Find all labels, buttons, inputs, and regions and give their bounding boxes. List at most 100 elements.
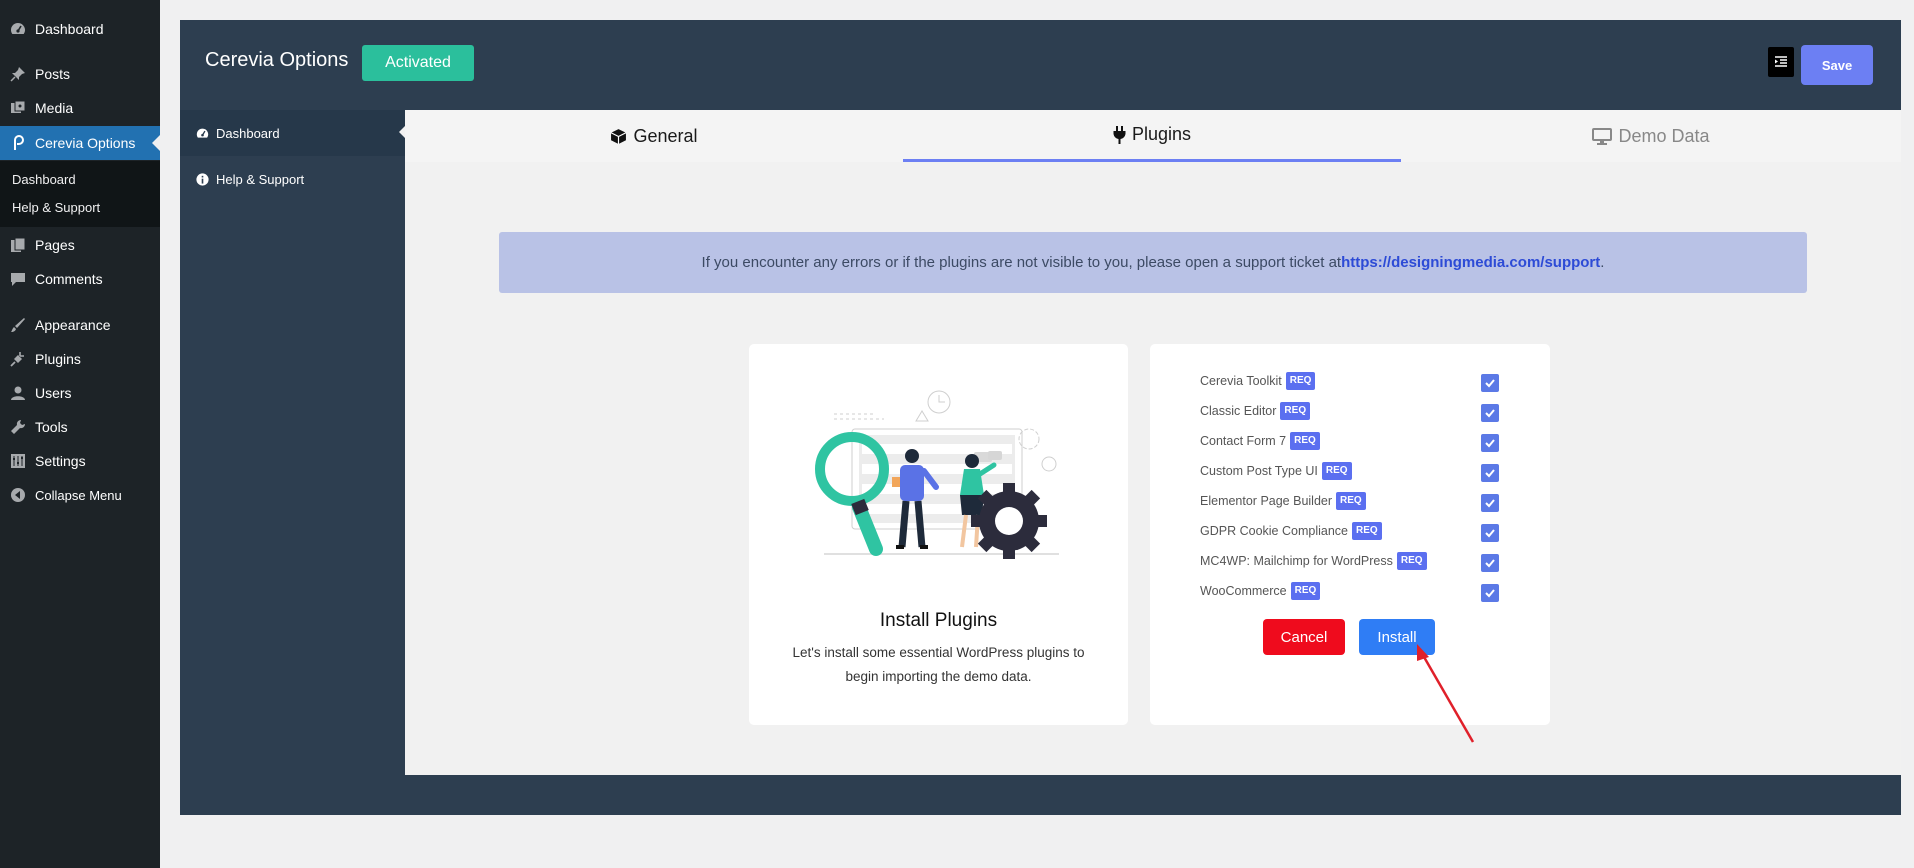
page-title: Cerevia Options [205, 49, 349, 71]
req-badge: REQ [1396, 552, 1427, 570]
check-icon [1485, 589, 1495, 598]
wp-menu-label: Collapse Menu [35, 487, 122, 503]
plugin-name: Elementor Page Builder [1200, 494, 1333, 508]
menu-toggle-button[interactable] [1768, 47, 1794, 77]
wp-submenu-help-support[interactable]: Help & Support [12, 200, 100, 215]
req-badge: REQ [1290, 582, 1321, 600]
req-badge: REQ [1336, 492, 1366, 510]
notice-suffix: . [1600, 254, 1605, 271]
tab-label: Demo Data [1618, 125, 1710, 146]
tab-label: Plugins [1131, 124, 1192, 144]
plugin-checkbox[interactable] [1481, 554, 1499, 572]
plugin-name: WooCommerce [1200, 584, 1287, 598]
panel-nav-label: Dashboard [216, 125, 280, 141]
wp-menu-media[interactable]: Media [0, 91, 160, 125]
options-panel: Cerevia Options Activated Save Dashboard… [180, 20, 1901, 815]
cube-icon [610, 128, 627, 145]
plugin-name: GDPR Cookie Compliance [1200, 524, 1348, 538]
status-badge: Activated [362, 45, 474, 81]
notice-text: If you encounter any errors or if the pl… [701, 254, 1342, 271]
plugin-checkbox[interactable] [1481, 404, 1499, 422]
cerevia-logo-icon [8, 133, 28, 153]
indent-icon [1775, 56, 1787, 67]
tab-general[interactable]: General [405, 110, 903, 162]
wp-menu-collapse[interactable]: Collapse Menu [0, 478, 160, 512]
card-title: Install Plugins [879, 610, 998, 631]
pin-icon [8, 64, 28, 84]
req-badge: REQ [1321, 462, 1352, 480]
req-badge: REQ [1351, 522, 1382, 540]
plugin-checkbox[interactable] [1481, 434, 1499, 452]
plugins-illustration [815, 390, 1059, 559]
support-link[interactable]: https://designingmedia.com/support [1341, 254, 1600, 271]
plugin-name: Custom Post Type UI [1200, 464, 1318, 478]
plugin-checkbox[interactable] [1481, 374, 1499, 392]
plugin-checkbox[interactable] [1481, 584, 1499, 602]
plug-icon [8, 349, 28, 369]
wp-admin-sidebar: Dashboard Posts Media Cerevia Options Da… [0, 0, 160, 868]
wp-menu-label: Comments [35, 271, 103, 287]
wp-menu-comments[interactable]: Comments [0, 262, 160, 296]
check-icon [1485, 469, 1495, 478]
wp-menu-appearance[interactable]: Appearance [0, 308, 160, 342]
plugin-row: WooCommerce REQ [1200, 581, 1321, 601]
wp-menu-label: Posts [35, 66, 71, 82]
install-plugins-card: Install Plugins Let's install some essen… [749, 344, 1128, 725]
plugin-name: Contact Form 7 [1200, 434, 1287, 448]
req-badge: REQ [1280, 402, 1311, 420]
plugin-list-card: Cerevia Toolkit REQ Classic Editor REQ Con… [1150, 344, 1550, 725]
wp-submenu-dashboard[interactable]: Dashboard [12, 172, 76, 187]
wp-menu-plugins[interactable]: Plugins [0, 342, 160, 376]
panel-nav-label: Help & Support [216, 171, 305, 187]
monitor-icon [1592, 127, 1613, 145]
tab-plugins[interactable]: Plugins [903, 110, 1401, 162]
wp-submenu: Dashboard Help & Support [0, 161, 160, 227]
panel-nav-dashboard[interactable]: Dashboard [180, 110, 405, 156]
tab-bar: General Plugins Demo Data [405, 110, 1901, 162]
check-icon [1485, 439, 1495, 448]
plugin-name: Classic Editor [1200, 404, 1277, 418]
media-icon [8, 98, 28, 118]
wp-menu-label: Cerevia Options [35, 135, 136, 151]
wp-menu-label: Users [35, 385, 72, 401]
wp-menu-tools[interactable]: Tools [0, 410, 160, 444]
tab-demo-data[interactable]: Demo Data [1401, 110, 1901, 162]
check-icon [1485, 379, 1495, 388]
plugin-row: Custom Post Type UI REQ [1200, 461, 1352, 481]
plug-icon [1113, 125, 1126, 144]
wp-menu-label: Settings [35, 453, 86, 469]
wp-menu-label: Media [35, 100, 74, 116]
panel-nav-help-support[interactable]: Help & Support [180, 156, 405, 202]
wp-menu-label: Pages [35, 237, 75, 253]
wp-menu-users[interactable]: Users [0, 376, 160, 410]
settings-icon [8, 451, 28, 471]
wp-menu-dashboard[interactable]: Dashboard [0, 12, 160, 46]
wp-menu-cerevia-options[interactable]: Cerevia Options [0, 126, 160, 160]
wp-menu-pages[interactable]: Pages [0, 228, 160, 262]
save-button[interactable]: Save [1801, 45, 1873, 85]
plugin-checkbox[interactable] [1481, 464, 1499, 482]
wp-menu-posts[interactable]: Posts [0, 57, 160, 91]
wp-menu-settings[interactable]: Settings [0, 444, 160, 478]
plugin-checkbox[interactable] [1481, 494, 1499, 512]
comment-icon [8, 269, 28, 289]
req-badge: REQ [1285, 372, 1316, 390]
plugin-name: MC4WP: Mailchimp for WordPress [1200, 554, 1393, 568]
check-icon [1485, 529, 1495, 538]
check-icon [1485, 559, 1495, 568]
plugin-row: GDPR Cookie Compliance REQ [1200, 521, 1382, 541]
tab-label: General [633, 125, 698, 146]
info-icon [195, 172, 209, 186]
pages-icon [8, 235, 28, 255]
cancel-button[interactable]: Cancel [1263, 619, 1345, 655]
card-description: Let's install some essential WordPress p… [792, 645, 1085, 684]
req-badge: REQ [1290, 432, 1320, 450]
panel-content: General Plugins Demo Data If you encount… [405, 110, 1901, 775]
plugin-name: Cerevia Toolkit [1200, 374, 1282, 388]
user-icon [8, 383, 28, 403]
dashboard-icon [195, 126, 209, 140]
plugin-checkbox[interactable] [1481, 524, 1499, 542]
wp-menu-label: Tools [35, 419, 68, 435]
wp-menu-label: Appearance [35, 317, 111, 333]
check-icon [1485, 409, 1495, 418]
